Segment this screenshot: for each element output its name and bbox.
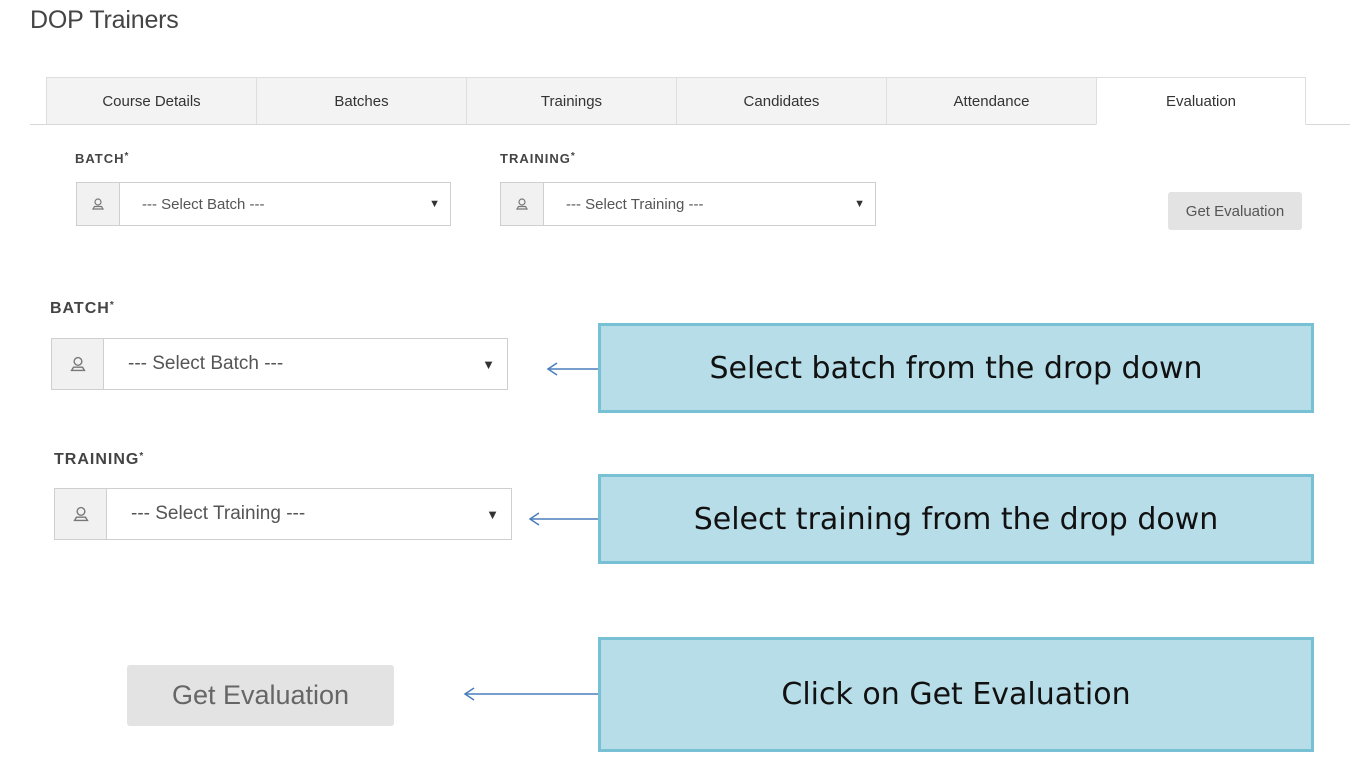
user-icon [55, 489, 107, 539]
zoom-get-evaluation-button[interactable]: Get Evaluation [127, 665, 394, 726]
caret-down-icon: ▼ [482, 356, 495, 372]
zoom-batch-select-value: --- Select Batch --- [128, 353, 284, 374]
batch-label: BATCH* [75, 151, 129, 166]
tab-attendance[interactable]: Attendance [886, 77, 1096, 124]
training-select-value: --- Select Training --- [566, 195, 704, 213]
batch-select[interactable]: --- Select Batch --- ▼ [76, 182, 451, 226]
required-mark: * [124, 151, 130, 162]
zoom-training-label-text: TRAINING [54, 451, 140, 468]
batch-label-text: BATCH [75, 151, 125, 166]
tab-evaluation[interactable]: Evaluation [1096, 77, 1306, 125]
zoom-batch-label-text: BATCH [50, 300, 110, 317]
callout-get-evaluation: Click on Get Evaluation [598, 637, 1314, 752]
training-label-text: TRAINING [500, 151, 571, 166]
tab-course-details[interactable]: Course Details [46, 77, 256, 124]
required-mark: * [109, 300, 115, 311]
tab-trainings[interactable]: Trainings [466, 77, 676, 124]
batch-select-value: --- Select Batch --- [142, 195, 265, 213]
callout-select-batch: Select batch from the drop down [598, 323, 1314, 413]
zoom-batch-select[interactable]: --- Select Batch --- ▼ [51, 338, 508, 390]
zoom-training-label: TRAINING* [54, 451, 144, 469]
page-title: DOP Trainers [30, 6, 179, 34]
user-icon [77, 183, 120, 225]
zoom-training-select[interactable]: --- Select Training --- ▼ [54, 488, 512, 540]
tab-batches[interactable]: Batches [256, 77, 466, 124]
arrow-left-icon [546, 362, 600, 376]
zoom-training-select-value: --- Select Training --- [131, 503, 306, 524]
tab-bar: Course Details Batches Trainings Candida… [46, 77, 1306, 125]
user-icon [52, 339, 104, 389]
caret-down-icon: ▼ [854, 198, 865, 210]
training-select[interactable]: --- Select Training --- ▼ [500, 182, 876, 226]
arrow-left-icon [528, 512, 600, 526]
required-mark: * [139, 451, 145, 462]
tab-candidates[interactable]: Candidates [676, 77, 886, 124]
arrow-left-icon [463, 687, 600, 701]
zoom-batch-label: BATCH* [50, 300, 115, 318]
callout-select-training: Select training from the drop down [598, 474, 1314, 564]
training-label: TRAINING* [500, 151, 576, 166]
required-mark: * [570, 151, 576, 162]
get-evaluation-button[interactable]: Get Evaluation [1168, 192, 1302, 230]
user-icon [501, 183, 544, 225]
caret-down-icon: ▼ [429, 198, 440, 210]
caret-down-icon: ▼ [486, 506, 499, 522]
